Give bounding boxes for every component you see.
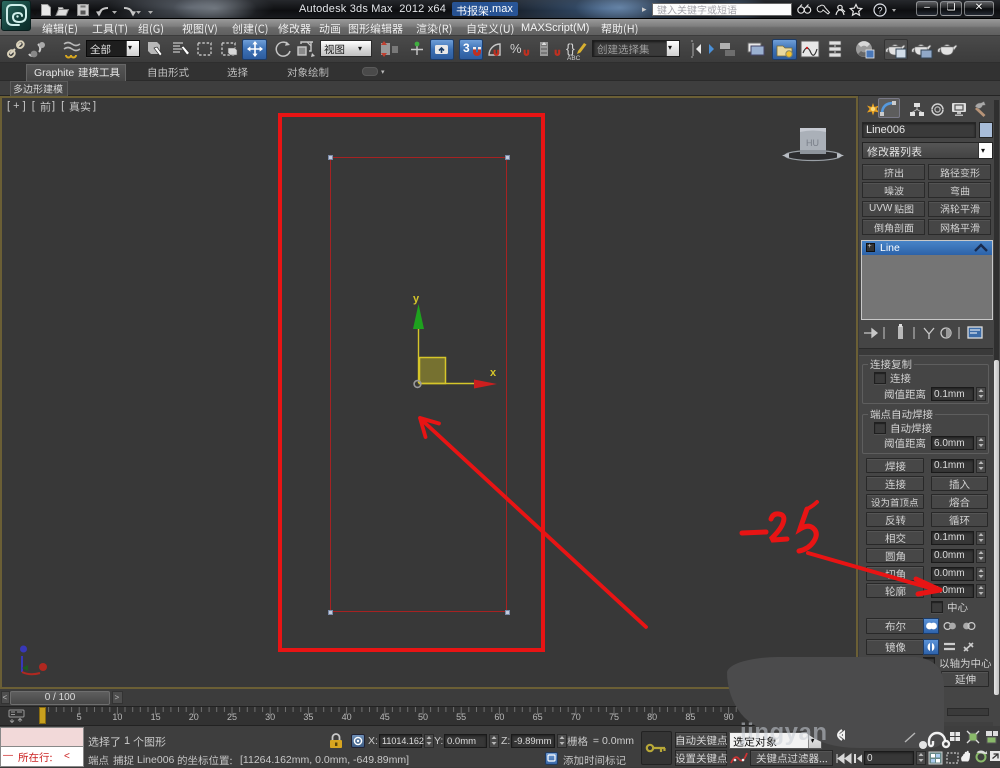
svg-text:ABC: ABC (567, 55, 581, 61)
svg-text:HU: HU (806, 138, 819, 148)
svg-text:?: ? (877, 6, 882, 16)
svg-text:%: % (510, 41, 522, 56)
svg-text:{}: {} (566, 41, 575, 56)
